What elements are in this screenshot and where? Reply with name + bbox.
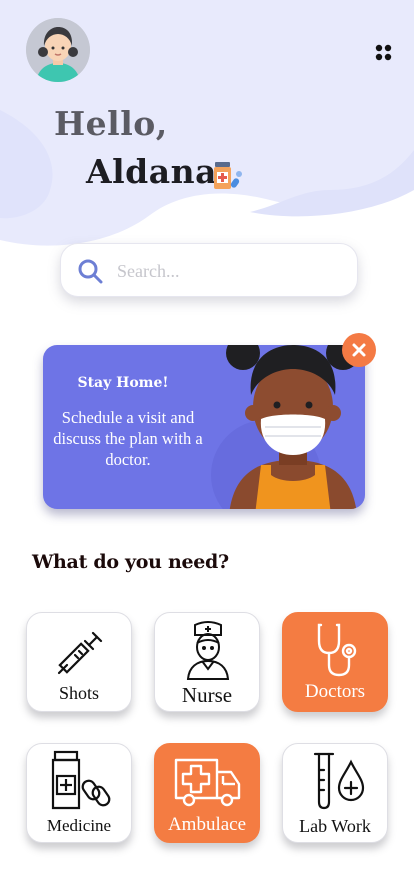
service-tile-medicine[interactable]: Medicine: [26, 743, 132, 843]
service-tile-lab-work[interactable]: Lab Work: [282, 743, 388, 843]
service-tile-shots[interactable]: Shots: [26, 612, 132, 712]
stethoscope-icon: [317, 623, 357, 677]
close-banner-button[interactable]: [342, 333, 376, 367]
search-input[interactable]: [115, 252, 349, 290]
service-label: Medicine: [46, 816, 112, 835]
stay-home-banner[interactable]: Stay Home! Schedule a visit and discuss …: [43, 345, 365, 509]
service-label: Ambulace: [167, 814, 247, 835]
service-label: Nurse: [181, 683, 233, 707]
lab-work-icon: [313, 752, 365, 810]
service-tile-nurse[interactable]: Nurse: [154, 612, 260, 712]
search-bar[interactable]: [60, 243, 358, 297]
ambulance-icon: [174, 758, 241, 807]
masked-girl-illustration: [211, 345, 360, 509]
service-label: Lab Work: [299, 816, 371, 836]
banner-title: Stay Home!: [77, 375, 169, 391]
medicine-icon: [51, 750, 111, 810]
search-icon[interactable]: [77, 258, 103, 284]
medicine-emoji-icon: [214, 162, 242, 189]
syringe-icon: [57, 631, 103, 675]
user-avatar-icon: [26, 18, 90, 82]
service-tile-ambulance[interactable]: Ambulace: [154, 743, 260, 843]
avatar[interactable]: [26, 18, 90, 82]
service-label: Shots: [58, 683, 100, 703]
service-tile-doctors[interactable]: Doctors: [282, 612, 388, 712]
menu-dots-icon[interactable]: [372, 40, 396, 64]
nurse-icon: [186, 621, 230, 680]
user-name: Aldana: [86, 152, 217, 191]
service-label: Doctors: [304, 681, 366, 702]
greeting-text: Hello,: [54, 104, 168, 143]
close-icon: [352, 343, 366, 357]
banner-message: Schedule a visit and discuss the plan wi…: [53, 408, 203, 469]
services-title: What do you need?: [32, 551, 229, 573]
